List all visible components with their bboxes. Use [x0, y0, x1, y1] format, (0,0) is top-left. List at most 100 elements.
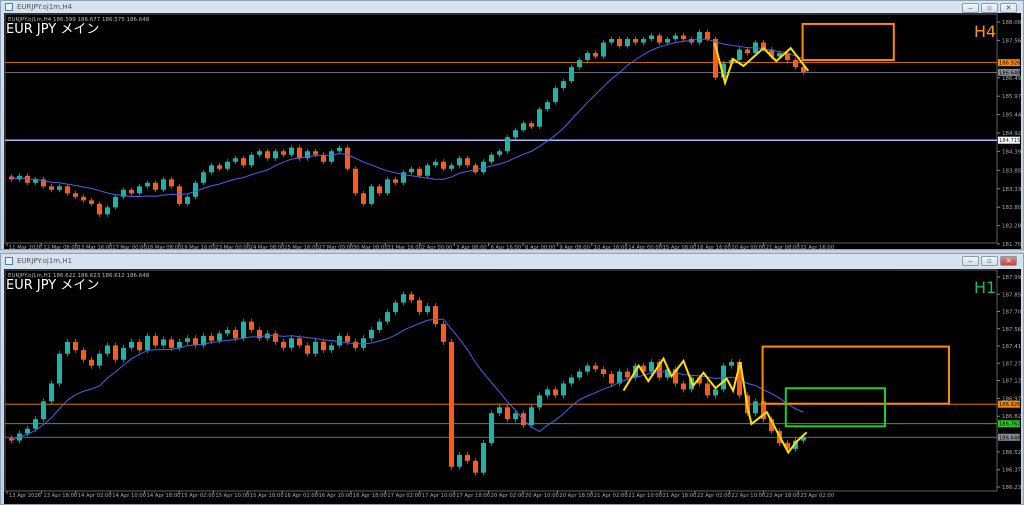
- y-tick-label: 186.230: [1002, 485, 1021, 491]
- candle-body: [393, 179, 398, 183]
- candle-body: [481, 161, 486, 173]
- h1-title-bar[interactable]: EURJPY.oj1m,H1 ‒ ▫ ✕: [1, 254, 1023, 269]
- candle-body: [441, 323, 446, 342]
- candle-body: [737, 49, 742, 61]
- candle-body: [97, 203, 102, 215]
- x-tick-label: 6 Apr 16:00: [491, 245, 522, 249]
- y-tick-label: 187.995: [1002, 275, 1021, 281]
- candle-body: [425, 165, 430, 176]
- y-tick-label: 187.125: [1002, 379, 1021, 385]
- candle-body: [585, 53, 590, 61]
- x-tick-label: 2 Apr 00:00: [422, 245, 453, 249]
- x-tick-label: 9 Apr 08:00: [559, 245, 590, 249]
- candle-body: [409, 294, 414, 301]
- price-tag-label: 186.648: [999, 435, 1020, 441]
- candle-body: [633, 39, 638, 43]
- y-tick-label: 184.920: [1002, 131, 1021, 137]
- minimize-button[interactable]: ‒: [962, 3, 979, 13]
- candle-body: [505, 137, 510, 152]
- close-button[interactable]: ✕: [1000, 3, 1017, 13]
- candle-body: [625, 39, 630, 47]
- candle-body: [297, 147, 302, 159]
- candle-body: [177, 186, 182, 204]
- candle-body: [57, 186, 62, 190]
- x-tick-label: 16 Apr 16:00: [697, 245, 731, 249]
- candle-body: [473, 460, 478, 473]
- h4-title-bar[interactable]: EURJPY.oj1m,H4 ‒ ▫ ✕: [1, 1, 1023, 13]
- h4-chart-window[interactable]: EURJPY.oj1m,H4 ‒▫✕ 188.085 187.560 186.495…: [0, 0, 1024, 250]
- x-tick-label: 22 Apr 16:00: [800, 245, 834, 249]
- window-title: EURJPY.oj1m,H1: [17, 257, 73, 265]
- candle-body: [657, 35, 662, 43]
- candle-body: [313, 151, 318, 155]
- candle-body: [169, 339, 174, 348]
- y-tick-label: 186.375: [1002, 468, 1021, 474]
- candle-body: [617, 39, 622, 47]
- candle-body: [553, 389, 558, 396]
- candle-body: [65, 186, 70, 194]
- candle-body: [593, 365, 598, 370]
- candle-body: [649, 35, 654, 40]
- x-tick-label: 17 Mar 00:00: [112, 245, 147, 249]
- close-button[interactable]: ✕: [1000, 256, 1017, 266]
- x-tick-label: 16 Apr 10:00: [319, 493, 353, 499]
- candle-body: [729, 362, 734, 366]
- x-tick-label: 22 Apr 18:00: [766, 493, 800, 499]
- candle-body: [377, 186, 382, 194]
- candle-body: [457, 454, 462, 467]
- candle-body: [569, 67, 574, 82]
- candle-body: [249, 154, 254, 166]
- candle-body: [273, 151, 278, 159]
- minimize-button[interactable]: ‒: [962, 256, 979, 266]
- x-tick-label: 24 Mar 08:00: [250, 245, 285, 249]
- y-tick-label: 186.825: [1002, 414, 1021, 420]
- candle-body: [49, 383, 54, 402]
- x-tick-label: 16 Apr 18:00: [353, 493, 387, 499]
- candle-body: [65, 341, 70, 354]
- x-tick-label: 13 Apr 2026: [9, 493, 41, 499]
- y-tick-label: 182.805: [1002, 205, 1021, 211]
- candle-body: [281, 151, 286, 155]
- x-tick-label: 21 Apr 02:00: [594, 493, 628, 499]
- candle-body: [129, 341, 134, 348]
- chart-window-icon: [5, 257, 13, 265]
- x-tick-label: 23 Apr 02:00: [800, 493, 834, 499]
- maximize-button[interactable]: ▫: [981, 3, 998, 13]
- candle-body: [569, 377, 574, 384]
- chart-heading: EUR JPY メイン: [6, 22, 99, 37]
- candle-body: [185, 196, 190, 204]
- price-tag-label: 186.926: [999, 61, 1020, 67]
- h1-candlestick-chart[interactable]: 187.995 187.850 187.705 187.560 187.415 187.2…: [4, 269, 1021, 504]
- candle-body: [105, 207, 110, 215]
- candle-body: [489, 413, 494, 443]
- h1-chart-window[interactable]: EURJPY.oj1m,H1 ‒▫✕ 187.995 187.850 187.705…: [0, 253, 1024, 505]
- x-tick-label: 20 Apr 10:00: [525, 493, 559, 499]
- candle-body: [577, 371, 582, 378]
- candle-body: [697, 31, 702, 43]
- maximize-button[interactable]: ▫: [981, 256, 998, 266]
- candle-body: [601, 42, 606, 57]
- candle-body: [593, 53, 598, 57]
- x-tick-label: 31 Mar 16:00: [387, 245, 422, 249]
- candle-body: [529, 407, 534, 426]
- y-tick-label: 183.855: [1002, 168, 1021, 174]
- candle-body: [201, 172, 206, 183]
- y-tick-label: 182.280: [1002, 224, 1021, 230]
- y-tick-label: 181.755: [1002, 242, 1021, 248]
- candle-body: [361, 338, 366, 348]
- candle-body: [241, 158, 246, 166]
- candle-body: [281, 341, 286, 348]
- candle-body: [545, 102, 550, 110]
- candle-body: [113, 196, 118, 208]
- candle-body: [33, 419, 38, 429]
- chart-window-icon: [5, 3, 13, 11]
- candle-body: [73, 341, 78, 351]
- candle-body: [425, 306, 430, 313]
- h4-candlestick-chart[interactable]: 188.085 187.560 186.495 185.970 185.445 184.9…: [4, 13, 1021, 249]
- candle-body: [561, 383, 566, 396]
- candle-body: [161, 179, 166, 190]
- candle-body: [329, 345, 334, 351]
- x-tick-label: 14 Apr 18:00: [147, 493, 181, 499]
- candle-body: [705, 31, 710, 40]
- candle-body: [225, 161, 230, 169]
